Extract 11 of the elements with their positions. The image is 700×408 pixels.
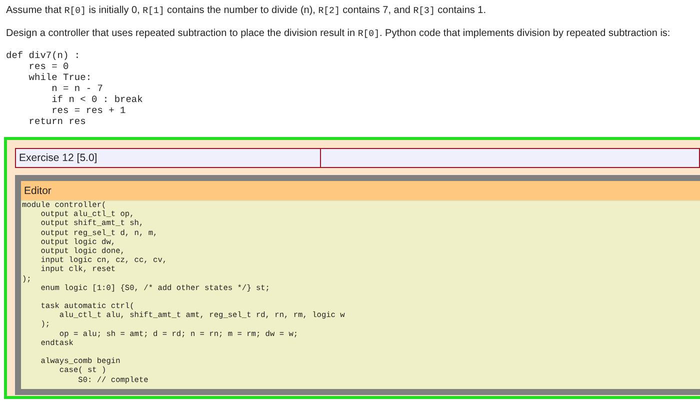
question-paragraph: Design a controller that uses repeated subtraction to place the division result in R[0]. Python code that implements division by repeated subtraction is: [6,27,670,41]
code-line: while True: [28,72,93,83]
exercise-title: Exercise 12 [5.0] [15,148,321,168]
code-line: return res [28,116,87,127]
code-line: res = res + 1 [50,105,127,116]
question-paragraph: Assume that R[0] is initially 0, R[1] contains the number to divide (n), R[2] contains 7, and R[3] contains 1. [6,4,486,18]
code-line: if n < 0 : break [50,94,144,105]
code-line: def div7(n) : [6,50,82,61]
editor-title: Editor [21,181,700,201]
code-line: n = n - 7 [50,83,104,94]
code-line: res = 0 [28,61,70,72]
